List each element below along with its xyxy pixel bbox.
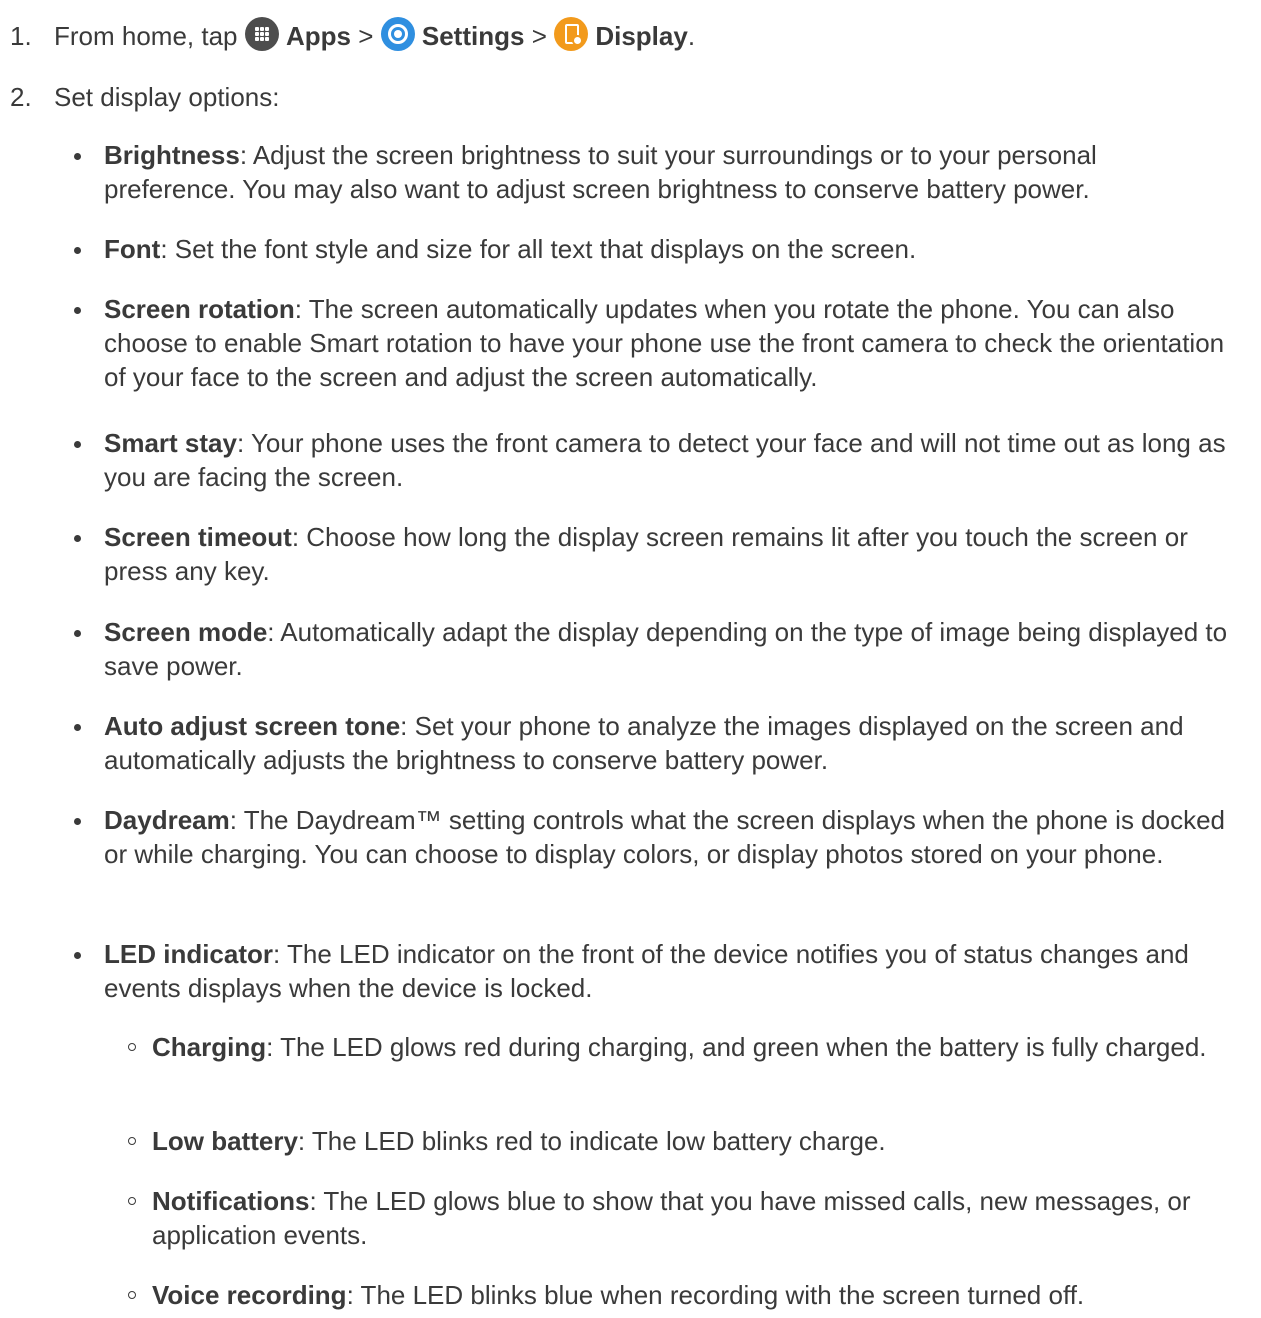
separator: > — [531, 21, 547, 51]
option-term: Screen timeout — [104, 522, 292, 552]
led-desc: : The LED glows red during charging, and… — [266, 1032, 1207, 1062]
bullet-icon — [74, 724, 81, 731]
option-desc: : Adjust the screen brightness to suit y… — [104, 140, 1097, 204]
led-desc: : The LED blinks red to indicate low bat… — [297, 1126, 886, 1156]
option-term: Auto adjust screen tone — [104, 711, 401, 741]
step-1: 1. From home, tap Apps > Settings > Displ… — [10, 17, 695, 53]
circle-bullet-icon — [128, 1291, 136, 1299]
list-item: LED indicator: The LED indicator on the … — [74, 937, 1234, 1005]
bullet-icon — [74, 535, 81, 542]
option-desc: : Automatically adapt the display depend… — [104, 617, 1228, 681]
display-label: Display — [595, 21, 688, 51]
bullet-icon — [74, 630, 81, 637]
sub-list-item: Charging: The LED glows red during charg… — [128, 1030, 1238, 1064]
led-term: Notifications — [152, 1186, 310, 1216]
circle-bullet-icon — [128, 1043, 136, 1051]
bullet-icon — [74, 307, 81, 314]
list-item: Font: Set the font style and size for al… — [74, 232, 1234, 266]
list-item: Brightness: Adjust the screen brightness… — [74, 138, 1234, 206]
bullet-icon — [74, 153, 81, 160]
list-item: Screen timeout: Choose how long the disp… — [74, 520, 1234, 588]
option-desc: : Set the font style and size for all te… — [160, 234, 917, 264]
step-2-text: Set display options: — [54, 82, 280, 112]
option-desc: : Your phone uses the front camera to de… — [104, 428, 1226, 492]
step-number: 2. — [10, 82, 32, 112]
bullet-icon — [74, 247, 81, 254]
list-item: Smart stay: Your phone uses the front ca… — [74, 426, 1234, 494]
display-icon — [554, 17, 589, 51]
sub-list-item: Notifications: The LED glows blue to sho… — [128, 1184, 1238, 1252]
led-term: Charging — [152, 1032, 267, 1062]
circle-bullet-icon — [128, 1197, 136, 1205]
option-term: Screen mode — [104, 617, 268, 647]
separator: > — [358, 21, 374, 51]
option-term: Daydream — [104, 805, 230, 835]
option-term: Font — [104, 234, 161, 264]
sub-list-item: Voice recording: The LED blinks blue whe… — [128, 1278, 1238, 1312]
option-term: Brightness — [104, 140, 240, 170]
bullet-icon — [74, 818, 81, 825]
step-1-prefix: From home, tap — [54, 21, 238, 51]
sub-list-item: Low battery: The LED blinks red to indic… — [128, 1124, 1238, 1158]
settings-icon — [380, 17, 415, 51]
list-item: Auto adjust screen tone: Set your phone … — [74, 709, 1234, 777]
list-item: Daydream: The Daydream™ setting controls… — [74, 803, 1234, 871]
option-desc: : The Daydream™ setting controls what th… — [104, 805, 1226, 869]
led-term: Low battery — [152, 1126, 298, 1156]
led-desc: : The LED blinks blue when recording wit… — [346, 1280, 1085, 1310]
list-item: Screen mode: Automatically adapt the dis… — [74, 615, 1234, 683]
option-term: LED indicator — [104, 939, 274, 969]
step-1-end: . — [687, 21, 696, 51]
settings-label: Settings — [421, 21, 525, 51]
step-2: 2. Set display options: — [10, 80, 279, 114]
apps-label: Apps — [285, 21, 351, 51]
option-term: Screen rotation — [104, 294, 295, 324]
bullet-icon — [74, 952, 81, 959]
step-number: 1. — [10, 21, 32, 51]
bullet-icon — [74, 441, 81, 448]
circle-bullet-icon — [128, 1137, 136, 1145]
led-term: Voice recording — [152, 1280, 347, 1310]
option-term: Smart stay — [104, 428, 237, 458]
apps-icon — [244, 17, 279, 51]
list-item: Screen rotation: The screen automaticall… — [74, 292, 1234, 394]
